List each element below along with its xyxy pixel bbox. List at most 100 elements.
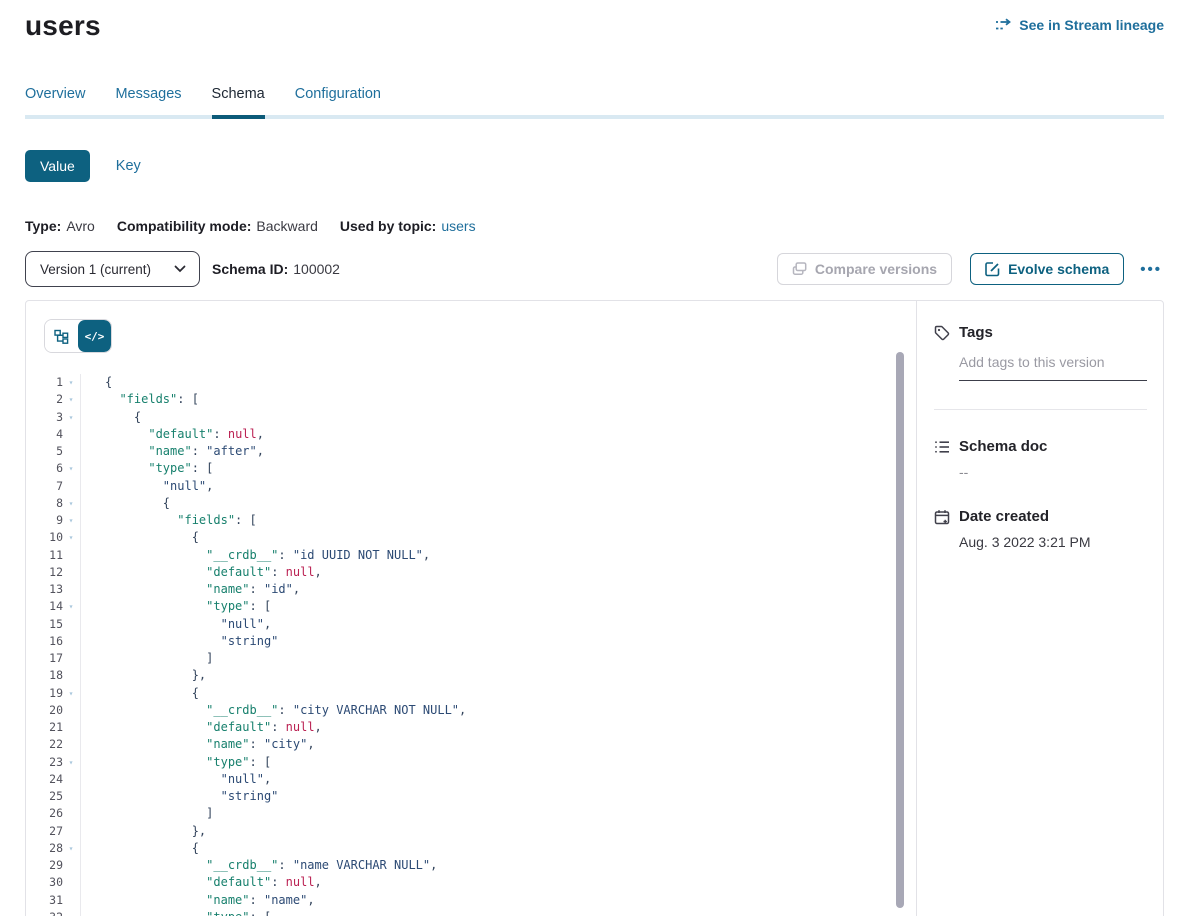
editor-view-toggle: </> [44,319,112,353]
fold-arrow-spacer [63,788,79,805]
fold-arrow-icon[interactable]: ▾ [63,909,79,916]
code-line: 21 "default": null, [26,719,916,736]
fold-arrow-spacer [63,633,79,650]
fold-arrow-icon[interactable]: ▾ [63,512,79,529]
gutter-cell: 20 [26,702,81,719]
compare-versions-button[interactable]: Compare versions [777,253,952,285]
fold-arrow-icon[interactable]: ▾ [63,840,79,857]
value-toggle-button[interactable]: Value [25,150,90,182]
code-editor[interactable]: 1▾{2▾ "fields": [3▾ {4 "default": null,5… [26,374,916,916]
fold-arrow-spacer [63,892,79,909]
line-number: 22 [26,736,63,753]
code-text: "name": "after", [81,443,264,460]
schema-doc-heading: Schema doc [959,438,1047,455]
fold-arrow-spacer [63,874,79,891]
list-icon [934,439,950,455]
code-line: 22 "name": "city", [26,736,916,753]
gutter-cell: 7 [26,478,81,495]
code-view-button[interactable]: </> [78,320,111,352]
fold-arrow-spacer [63,547,79,564]
fold-arrow-icon[interactable]: ▾ [63,529,79,546]
tag-icon [934,325,950,341]
gutter-cell: 13 [26,581,81,598]
tags-heading: Tags [959,324,993,341]
fold-arrow-icon[interactable]: ▾ [63,374,79,391]
schema-doc-section: Schema doc -- [934,438,1147,480]
evolve-schema-button[interactable]: Evolve schema [970,253,1124,285]
code-text: "__crdb__": "city VARCHAR NOT NULL", [81,702,466,719]
fold-arrow-icon[interactable]: ▾ [63,391,79,408]
fold-arrow-spacer [63,736,79,753]
fold-arrow-spacer [63,478,79,495]
gutter-cell: 27 [26,823,81,840]
code-text: "type": [ [81,909,271,916]
gutter-cell: 31 [26,892,81,909]
fold-arrow-icon[interactable]: ▾ [63,598,79,615]
code-text: ] [81,650,213,667]
fold-arrow-spacer [63,616,79,633]
code-line: 26 ] [26,805,916,822]
gutter-cell: 1▾ [26,374,81,391]
tab-configuration[interactable]: Configuration [295,86,381,119]
lineage-link-label: See in Stream lineage [1019,17,1164,33]
code-view-icon: </> [85,330,105,343]
key-toggle-link[interactable]: Key [116,158,141,174]
version-select[interactable]: Version 1 (current) [25,251,200,287]
schema-panel: </> 1▾{2▾ "fields": [3▾ {4 "default": nu… [25,300,1164,916]
fold-arrow-icon[interactable]: ▾ [63,495,79,512]
code-line: 3▾ { [26,409,916,426]
fold-arrow-icon[interactable]: ▾ [63,685,79,702]
tree-view-icon [54,329,69,344]
gutter-cell: 29 [26,857,81,874]
line-number: 28 [26,840,63,857]
code-line: 11 "__crdb__": "id UUID NOT NULL", [26,547,916,564]
line-number: 11 [26,547,63,564]
code-text: "null", [81,478,213,495]
tags-section-header: Tags [934,324,1147,341]
gutter-cell: 5 [26,443,81,460]
fold-arrow-spacer [63,719,79,736]
schema-meta: Type: Avro Compatibility mode: Backward … [25,218,1164,234]
compatibility-label: Compatibility mode: [117,218,252,234]
code-line: 31 "name": "name", [26,892,916,909]
line-number: 23 [26,754,63,771]
compare-versions-label: Compare versions [815,261,937,277]
code-line: 19▾ { [26,685,916,702]
fold-arrow-spacer [63,564,79,581]
code-text: "null", [81,771,271,788]
code-text: { [81,409,141,426]
stream-lineage-icon [995,18,1012,33]
serde-toggle: Value Key [25,150,1164,182]
code-text: "default": null, [81,719,322,736]
gutter-cell: 30 [26,874,81,891]
copy-versions-icon [792,262,807,277]
add-tags-input[interactable] [959,354,1147,381]
tab-overview[interactable]: Overview [25,86,85,119]
tab-bar: Overview Messages Schema Configuration [25,86,1164,119]
tab-messages[interactable]: Messages [115,86,181,119]
code-line: 12 "default": null, [26,564,916,581]
tab-schema[interactable]: Schema [212,86,265,119]
meta-used-by-topic: Used by topic: users [340,218,476,234]
tree-view-button[interactable] [45,320,78,352]
line-number: 30 [26,874,63,891]
code-line: 6▾ "type": [ [26,460,916,477]
date-created-section: Date created Aug. 3 2022 3:21 PM [934,508,1147,550]
more-actions-button[interactable]: ••• [1138,257,1164,282]
fold-arrow-icon[interactable]: ▾ [63,754,79,771]
line-number: 27 [26,823,63,840]
topic-link[interactable]: users [441,218,475,234]
see-in-stream-lineage-link[interactable]: See in Stream lineage [995,17,1164,33]
schema-id-label: Schema ID: [212,261,288,277]
line-number: 2 [26,391,63,408]
fold-arrow-icon[interactable]: ▾ [63,409,79,426]
code-text: "default": null, [81,426,264,443]
editor-scrollbar[interactable] [896,352,904,908]
code-text: "null", [81,616,271,633]
line-number: 21 [26,719,63,736]
line-number: 32 [26,909,63,916]
fold-arrow-icon[interactable]: ▾ [63,460,79,477]
gutter-cell: 28▾ [26,840,81,857]
code-line: 27 }, [26,823,916,840]
gutter-cell: 25 [26,788,81,805]
